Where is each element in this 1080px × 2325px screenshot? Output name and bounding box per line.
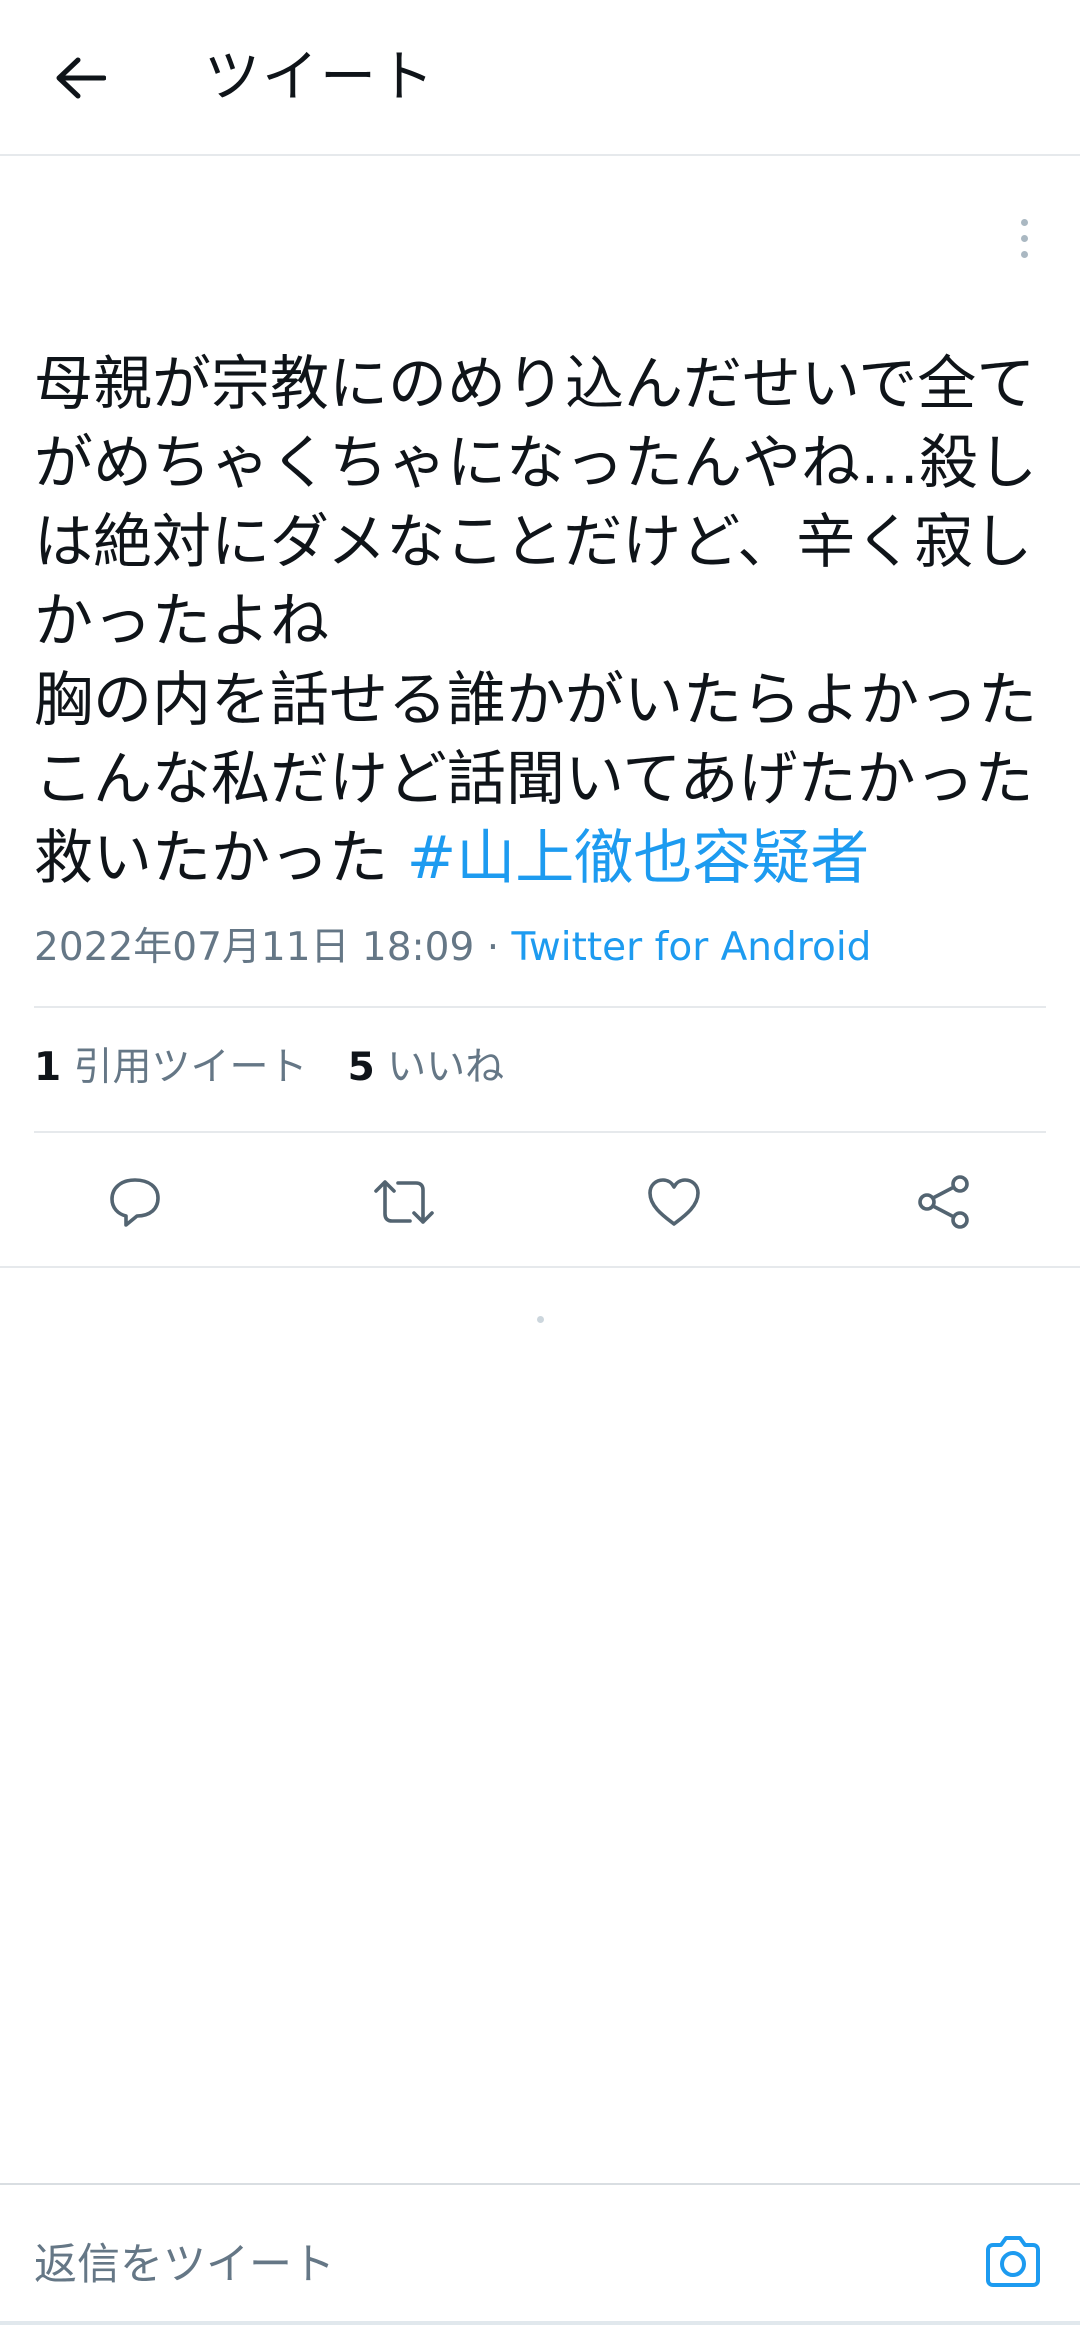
more-dot: [1020, 234, 1028, 242]
more-dot: [1020, 250, 1028, 258]
divider: [0, 1266, 1080, 1268]
more-vertical-icon: [1020, 218, 1028, 226]
retweet-button[interactable]: [364, 1162, 444, 1242]
retweet-icon: [374, 1180, 434, 1224]
camera-icon: [986, 2236, 1040, 2287]
tweet-detail-page: ツイート 母親が宗教にのめり込んだせいで全てがめちゃくちゃになったんやね…殺しは…: [0, 0, 1080, 2325]
tweet-meta: 2022年07月11日 18:09 · Twitter for Android: [34, 918, 1044, 978]
camera-button[interactable]: [978, 2227, 1048, 2297]
quote-label: 引用ツイート: [73, 1045, 308, 1090]
divider: [34, 1131, 1046, 1133]
like-label: いいね: [387, 1045, 505, 1090]
tweet-timestamp: 2022年07月11日 18:09: [34, 925, 475, 970]
like-button[interactable]: [634, 1162, 714, 1242]
tweet-text: 母親が宗教にのめり込んだせいで全てがめちゃくちゃになったんやね…殺しは絶対にダメ…: [34, 349, 1038, 892]
quote-count: 1: [34, 1045, 62, 1090]
like-count: 5: [347, 1045, 375, 1090]
page-title: ツイート: [204, 45, 436, 110]
reply-bar: 返信をツイート: [0, 2183, 1080, 2325]
meta-separator: ·: [474, 925, 512, 970]
hashtag-link[interactable]: #山上徹也容疑者: [407, 823, 869, 892]
reply-button[interactable]: [95, 1162, 175, 1242]
tweet-stats: 1 引用ツイート 5 いいね: [34, 1038, 504, 1098]
tweet-source-link[interactable]: Twitter for Android: [512, 925, 872, 970]
more-options-button[interactable]: [1000, 208, 1048, 268]
share-icon: [918, 1175, 969, 1229]
heart-icon: [648, 1178, 700, 1226]
reply-input[interactable]: 返信をツイート: [34, 2235, 934, 2295]
quote-tweets-stat[interactable]: 1 引用ツイート: [34, 1038, 308, 1098]
divider: [34, 1006, 1046, 1008]
tweet-body: 母親が宗教にのめり込んだせいで全てがめちゃくちゃになったんやね…殺しは絶対にダメ…: [34, 344, 1054, 897]
back-button[interactable]: [40, 38, 120, 118]
arrow-left-icon: [56, 57, 106, 99]
top-app-bar: ツイート: [0, 0, 1080, 156]
likes-stat[interactable]: 5 いいね: [348, 1038, 505, 1098]
loading-indicator: [537, 1316, 544, 1323]
bottom-edge: [0, 2321, 1080, 2325]
reply-icon: [110, 1178, 160, 1227]
share-button[interactable]: [904, 1162, 984, 1242]
